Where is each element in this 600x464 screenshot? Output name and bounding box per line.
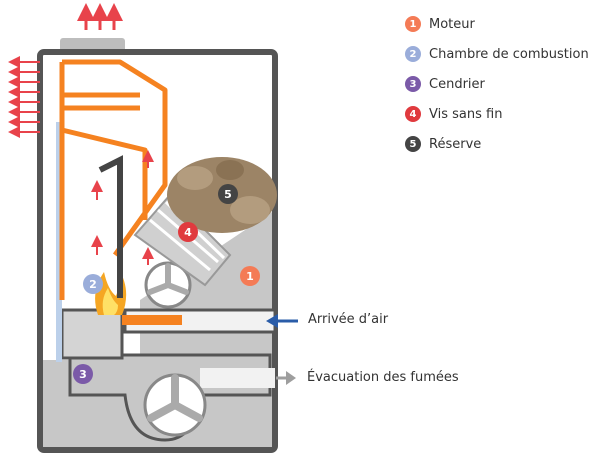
legend-item-cendrier: 3 Cendrier xyxy=(405,74,595,94)
legend-label: Cendrier xyxy=(429,76,485,92)
legend-badge: 2 xyxy=(405,46,421,62)
legend-item-vis: 4 Vis sans fin xyxy=(405,104,595,124)
chimney-arrows xyxy=(77,3,123,30)
legend-item-moteur: 1 Moteur xyxy=(405,14,595,34)
legend: 1 Moteur 2 Chambre de combustion 3 Cendr… xyxy=(405,14,595,164)
legend-label: Moteur xyxy=(429,16,475,32)
marker-vis: 4 xyxy=(178,222,198,242)
marker-chambre: 2 xyxy=(83,274,103,294)
exhaust-fan xyxy=(143,373,207,437)
hot-air-outlet-arrows xyxy=(8,56,40,138)
marker-vis-number: 4 xyxy=(184,226,192,239)
legend-badge: 3 xyxy=(405,76,421,92)
marker-moteur-number: 1 xyxy=(246,270,254,283)
legend-badge: 4 xyxy=(405,106,421,122)
marker-chambre-number: 2 xyxy=(89,278,97,291)
ash-pan xyxy=(60,308,124,360)
legend-badge: 5 xyxy=(405,136,421,152)
legend-item-chambre: 2 Chambre de combustion xyxy=(405,44,595,64)
marker-moteur: 1 xyxy=(240,266,260,286)
legend-item-reserve: 5 Réserve xyxy=(405,134,595,154)
marker-cendrier: 3 xyxy=(73,364,93,384)
exhaust-arrow xyxy=(276,371,296,385)
legend-label: Réserve xyxy=(429,136,482,152)
marker-reserve-number: 5 xyxy=(224,188,232,201)
legend-label: Chambre de combustion xyxy=(429,46,589,62)
legend-label: Vis sans fin xyxy=(429,106,503,122)
legend-badge: 1 xyxy=(405,16,421,32)
exhaust-outlet-channel xyxy=(200,368,275,388)
marker-reserve: 5 xyxy=(218,184,238,204)
air-inlet-label: Arrivée d’air xyxy=(308,312,389,327)
marker-cendrier-number: 3 xyxy=(79,368,87,381)
exhaust-label: Évacuation des fumées xyxy=(307,370,459,385)
